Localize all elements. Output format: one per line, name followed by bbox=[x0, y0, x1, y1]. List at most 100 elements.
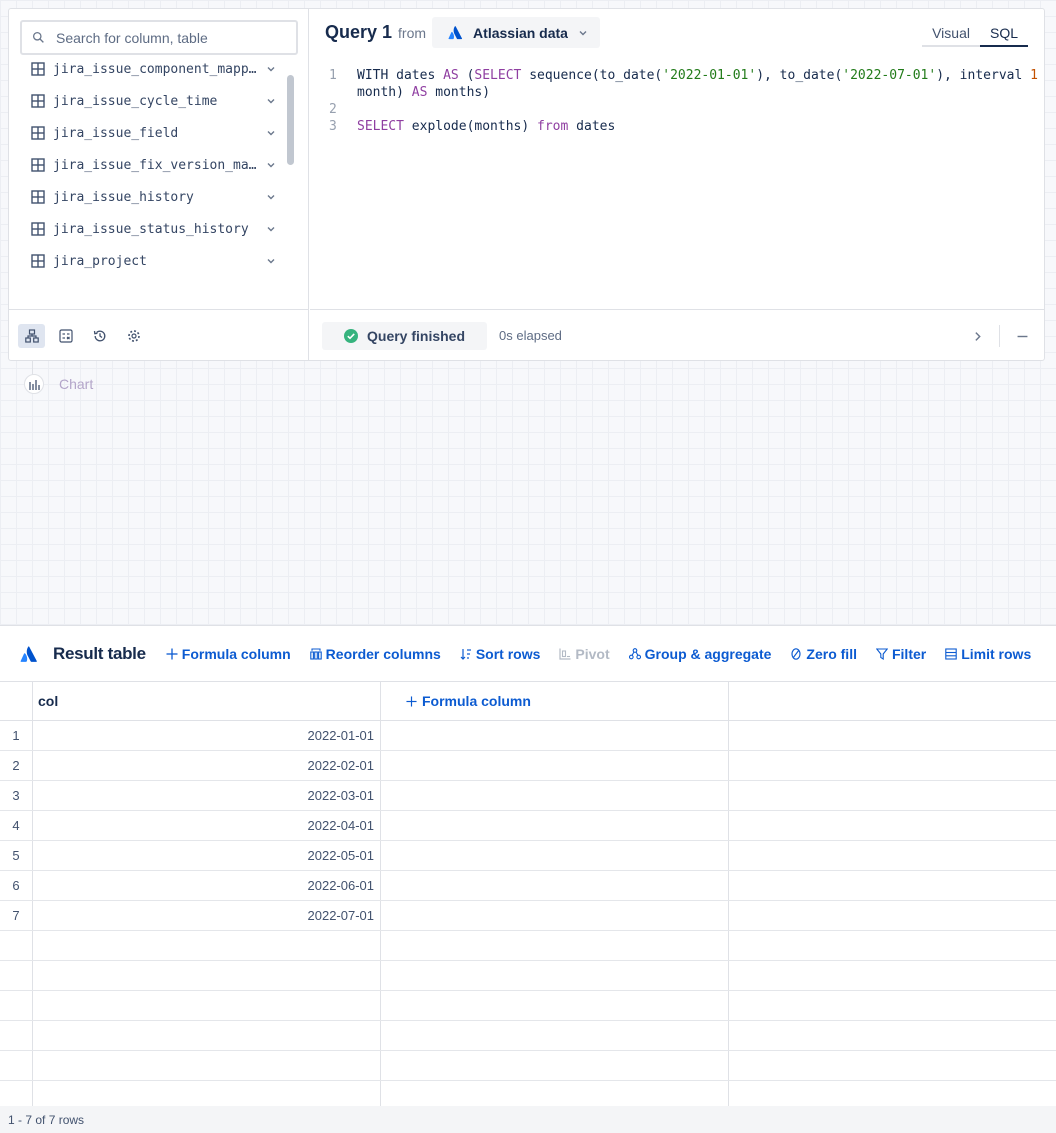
table-name: jira_issue_fix_version_ma… bbox=[53, 157, 257, 173]
cell-value[interactable]: 2022-05-01 bbox=[33, 841, 381, 870]
schema-search[interactable] bbox=[20, 20, 298, 55]
table-item-jira-issue-fix-version-mapping[interactable]: jira_issue_fix_version_ma… bbox=[9, 149, 294, 181]
group-icon bbox=[628, 647, 641, 659]
formula-column-button[interactable]: Formula column bbox=[166, 646, 291, 662]
chevron-down-icon[interactable] bbox=[266, 224, 276, 234]
row-index: 6 bbox=[0, 871, 33, 900]
chart-node-icon-wrap bbox=[24, 374, 44, 394]
cell-empty bbox=[381, 871, 729, 900]
empty-row bbox=[0, 1021, 1056, 1051]
row-index-header bbox=[0, 682, 33, 720]
pivot-icon bbox=[559, 648, 571, 660]
chevron-down-icon[interactable] bbox=[266, 256, 276, 266]
header-filler bbox=[729, 682, 1056, 720]
limit-rows-button[interactable]: Limit rows bbox=[945, 646, 1031, 662]
table-row[interactable]: 4 2022-04-01 bbox=[0, 811, 1056, 841]
cell-value[interactable]: 2022-04-01 bbox=[33, 811, 381, 840]
sql-code-editor[interactable]: 1 WITH dates AS (SELECT sequence(to_date… bbox=[325, 67, 1044, 135]
query-status-badge: Query finished bbox=[322, 321, 488, 350]
status-actions bbox=[955, 310, 1044, 362]
collapse-button[interactable] bbox=[1000, 310, 1044, 362]
add-formula-column-header[interactable]: Formula column bbox=[381, 682, 729, 720]
table-grid-icon bbox=[31, 254, 45, 268]
result-tools: Formula column Reorder columns Sort rows… bbox=[166, 646, 1031, 662]
tab-visual[interactable]: Visual bbox=[922, 25, 980, 47]
chevron-down-icon[interactable] bbox=[266, 96, 276, 106]
chevron-down-icon[interactable] bbox=[266, 192, 276, 202]
chevron-down-icon[interactable] bbox=[266, 64, 276, 74]
table-item-jira-issue-cycle-time[interactable]: jira_issue_cycle_time bbox=[9, 85, 294, 117]
chevron-down-icon[interactable] bbox=[266, 128, 276, 138]
code-line: 1 WITH dates AS (SELECT sequence(to_date… bbox=[325, 67, 1044, 84]
schema-scrollbar[interactable] bbox=[287, 75, 294, 165]
result-toolbar: Result table Formula column Reorder colu… bbox=[0, 626, 1056, 682]
table-row[interactable]: 3 2022-03-01 bbox=[0, 781, 1056, 811]
row-index: 1 bbox=[0, 721, 33, 750]
query-card: jira_issue jira_issue_component_mapp… ji… bbox=[8, 8, 1045, 361]
result-grid: col Formula column 1 2022-01-01 2 2022-0… bbox=[0, 682, 1056, 1111]
table-item-jira-issue-history[interactable]: jira_issue_history bbox=[9, 181, 294, 213]
row-index: 5 bbox=[0, 841, 33, 870]
row-index: 3 bbox=[0, 781, 33, 810]
templates-button[interactable] bbox=[52, 324, 79, 348]
table-item-jira-issue-field[interactable]: jira_issue_field bbox=[9, 117, 294, 149]
empty-row bbox=[0, 1051, 1056, 1081]
cell-value[interactable]: 2022-07-01 bbox=[33, 901, 381, 930]
zero-fill-button[interactable]: Zero fill bbox=[790, 646, 857, 662]
settings-button[interactable] bbox=[120, 324, 147, 348]
column-header-col[interactable]: col bbox=[33, 682, 381, 720]
history-button[interactable] bbox=[86, 324, 113, 348]
from-label: from bbox=[398, 24, 427, 41]
table-item-jira-issue-component-mapping[interactable]: jira_issue_component_mapp… bbox=[9, 53, 294, 85]
row-index: 7 bbox=[0, 901, 33, 930]
query-title[interactable]: Query 1 bbox=[325, 22, 392, 43]
filter-button[interactable]: Filter bbox=[875, 646, 926, 662]
chart-node[interactable]: Chart bbox=[24, 374, 93, 394]
tab-sql[interactable]: SQL bbox=[979, 25, 1028, 47]
table-grid-icon bbox=[31, 222, 45, 236]
reorder-columns-button[interactable]: Reorder columns bbox=[309, 646, 441, 662]
data-source-label: Atlassian data bbox=[473, 24, 568, 41]
sql-editor-panel: Query 1 from Atlassian data Visual SQL 1… bbox=[310, 9, 1044, 309]
cell-value[interactable]: 2022-06-01 bbox=[33, 871, 381, 900]
table-row[interactable]: 2 2022-02-01 bbox=[0, 751, 1056, 781]
search-icon bbox=[32, 31, 44, 43]
table-name: jira_issue_history bbox=[53, 189, 194, 205]
table-name: jira_issue_field bbox=[53, 125, 179, 141]
schema-view-button[interactable] bbox=[18, 323, 45, 348]
plus-icon bbox=[406, 695, 417, 707]
sort-icon bbox=[460, 648, 471, 660]
sort-rows-button[interactable]: Sort rows bbox=[460, 646, 540, 662]
table-row[interactable]: 1 2022-01-01 bbox=[0, 721, 1056, 751]
table-row[interactable]: 6 2022-06-01 bbox=[0, 871, 1056, 901]
zero-fill-icon bbox=[791, 647, 802, 660]
group-aggregate-button[interactable]: Group & aggregate bbox=[628, 646, 771, 662]
table-list: jira_issue jira_issue_component_mapp… ji… bbox=[9, 21, 294, 277]
query-status-text: Query finished bbox=[367, 327, 466, 344]
table-row[interactable]: 5 2022-05-01 bbox=[0, 841, 1056, 871]
table-item-jira-issue-status-history[interactable]: jira_issue_status_history bbox=[9, 213, 294, 245]
cell-value[interactable]: 2022-03-01 bbox=[33, 781, 381, 810]
chevron-down-icon[interactable] bbox=[266, 160, 276, 170]
chevron-right-icon bbox=[974, 331, 981, 341]
result-title: Result table bbox=[53, 643, 146, 663]
table-name: jira_issue_cycle_time bbox=[53, 93, 218, 109]
cell-value[interactable]: 2022-01-01 bbox=[33, 721, 381, 750]
table-row[interactable]: 7 2022-07-01 bbox=[0, 901, 1056, 931]
history-icon bbox=[93, 330, 105, 341]
filter-icon bbox=[875, 647, 888, 660]
row-index: 4 bbox=[0, 811, 33, 840]
data-source-dropdown[interactable]: Atlassian data bbox=[432, 17, 600, 48]
table-item-jira-project[interactable]: jira_project bbox=[9, 245, 294, 277]
expand-button[interactable] bbox=[955, 310, 999, 362]
result-table-section: Result table Formula column Reorder colu… bbox=[0, 625, 1056, 1133]
table-name: jira_issue_status_history bbox=[53, 221, 249, 237]
elapsed-time: 0s elapsed bbox=[499, 328, 562, 343]
table-grid-icon bbox=[31, 94, 45, 108]
check-circle-icon bbox=[344, 328, 358, 343]
schema-search-input[interactable] bbox=[56, 29, 276, 46]
pivot-button[interactable]: Pivot bbox=[559, 646, 610, 662]
table-grid-icon bbox=[31, 190, 45, 204]
atlassian-logo-icon bbox=[448, 26, 463, 40]
cell-value[interactable]: 2022-02-01 bbox=[33, 751, 381, 780]
